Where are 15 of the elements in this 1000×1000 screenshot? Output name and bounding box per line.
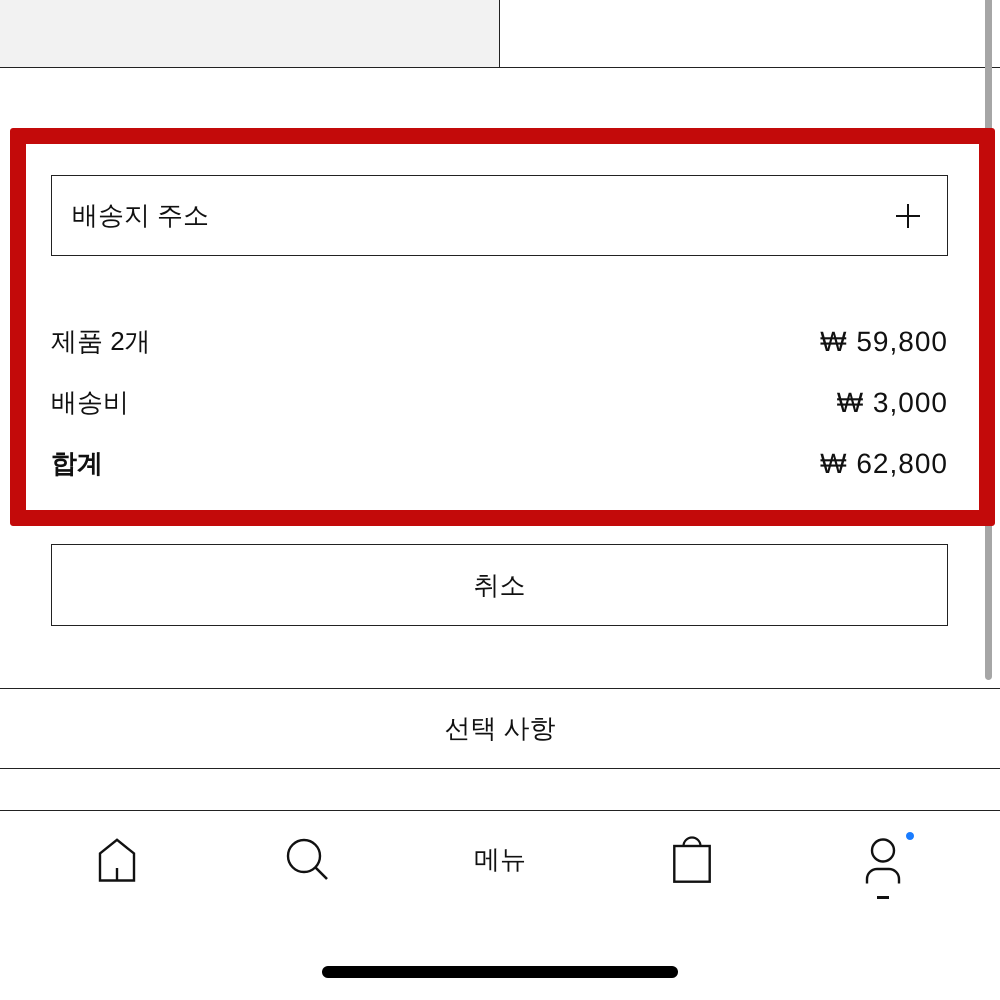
cancel-button[interactable]: 취소 [51,544,948,626]
search-icon [286,838,330,882]
person-icon [865,838,902,884]
shipping-address-toggle[interactable]: 배송지 주소 [51,175,948,256]
shopping-bag-icon [672,835,711,883]
summary-label: 배송비 [51,386,129,419]
options-row[interactable]: 선택 사항 [0,688,1000,769]
menu-button[interactable]: 메뉴 [460,830,540,885]
total-label: 합계 [51,447,103,480]
home-icon [98,838,136,882]
total-amount: ₩ 62,800 [820,446,948,480]
summary-amount: ₩ 59,800 [820,324,948,358]
summary-amount: ₩ 3,000 [836,386,948,420]
summary-label: 제품 2개 [51,325,151,358]
selection-dash-icon [877,896,890,898]
